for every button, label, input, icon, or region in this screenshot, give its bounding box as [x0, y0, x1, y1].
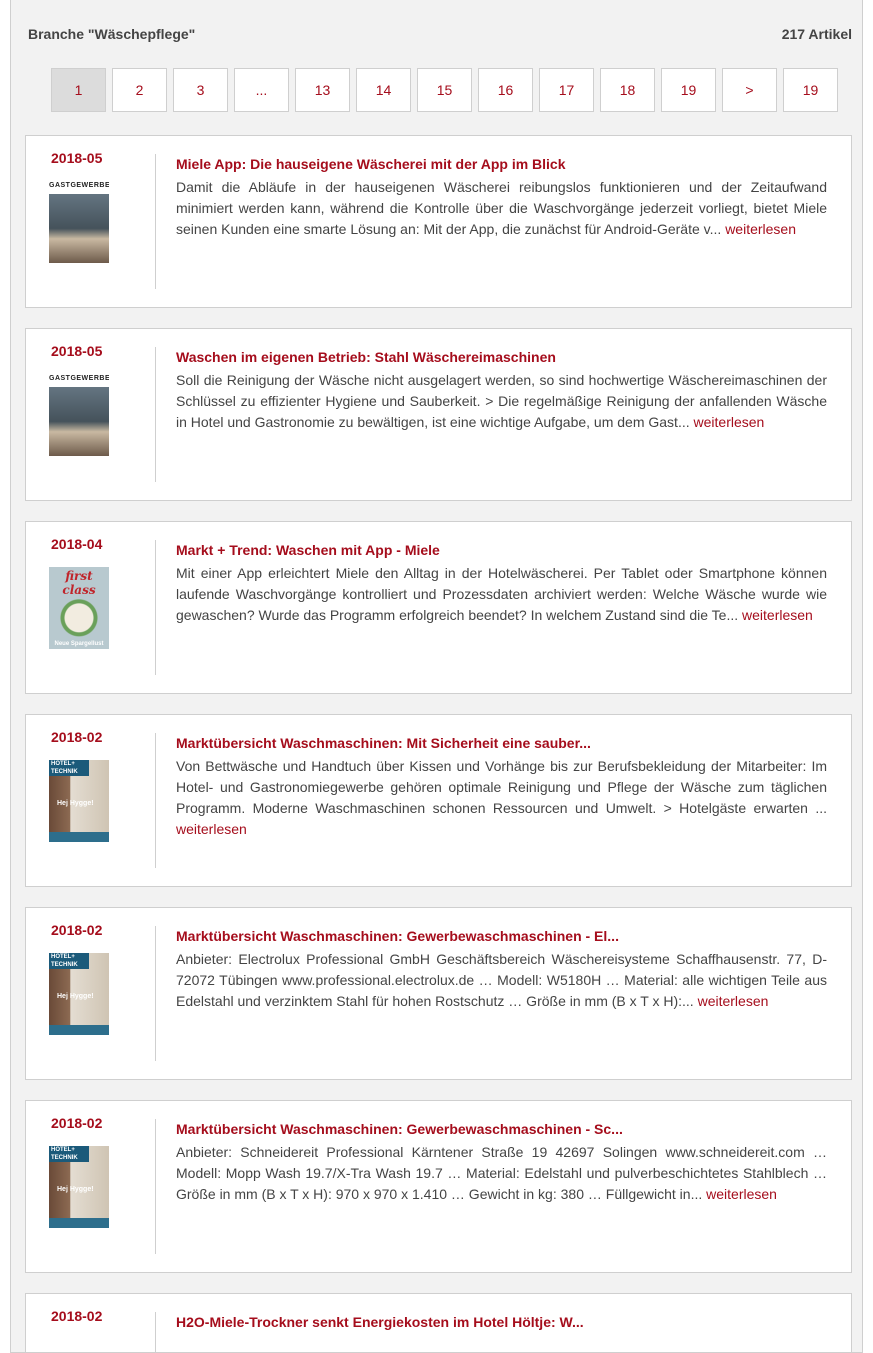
excerpt-text: Von Bettwäsche und Handtuch über Kissen … — [176, 758, 827, 816]
cover-subtitle: Hej Hygge! — [57, 800, 94, 807]
divider — [155, 926, 156, 1061]
cover-logo-line2: TECHNIK — [51, 1155, 78, 1161]
article-date: 2018-02 — [51, 922, 103, 938]
article-card: 2018-05 GASTGEWERBE Miele App: Die hause… — [25, 135, 852, 308]
cover-subtitle: Neue Spargellust — [54, 641, 104, 647]
divider — [155, 1119, 156, 1254]
article-excerpt: Von Bettwäsche und Handtuch über Kissen … — [176, 756, 827, 840]
article-card: 2018-02 HOTEL+ TECHNIK Hej Hygge! Marktüb… — [25, 907, 852, 1080]
page-1-button[interactable]: 1 — [51, 68, 106, 112]
pagination: 1 2 3 ... 13 14 15 16 17 18 19 > 19 — [51, 68, 838, 112]
article-title-link[interactable]: Miele App: Die hauseigene Wäscherei mit … — [176, 156, 827, 173]
list-header: Branche "Wäschepflege" 217 Artikel — [28, 24, 852, 44]
article-body: Waschen im eigenen Betrieb: Stahl Wäsche… — [176, 349, 827, 433]
cover-band — [49, 832, 109, 842]
cover-photo — [49, 387, 109, 456]
article-body: Markt + Trend: Waschen mit App - Miele M… — [176, 542, 827, 626]
article-excerpt: Anbieter: Electrolux Professional GmbH G… — [176, 949, 827, 1012]
article-body: Miele App: Die hauseigene Wäscherei mit … — [176, 156, 827, 240]
excerpt-text: Mit einer App erleichtert Miele den Allt… — [176, 565, 827, 623]
cover-band — [49, 1025, 109, 1035]
cover-logo: GASTGEWERBE — [49, 374, 109, 387]
article-date: 2018-05 — [51, 343, 103, 359]
article-count: 217 Artikel — [781, 26, 852, 42]
cover-logo-line1: HOTEL+ — [51, 954, 75, 960]
article-excerpt: Anbieter: Schneidereit Professional Kärn… — [176, 1142, 827, 1205]
article-title-link[interactable]: Waschen im eigenen Betrieb: Stahl Wäsche… — [176, 349, 827, 366]
magazine-cover-image[interactable]: HOTEL+ TECHNIK Hej Hygge! — [49, 953, 109, 1035]
article-title-link[interactable]: Markt + Trend: Waschen mit App - Miele — [176, 542, 827, 559]
page-3-button[interactable]: 3 — [173, 68, 228, 112]
article-title-link[interactable]: Marktübersicht Waschmaschinen: Gewerbewa… — [176, 1121, 827, 1138]
cover-photo — [49, 194, 109, 263]
cover-subtitle: Hej Hygge! — [57, 993, 94, 1000]
article-card: 2018-05 GASTGEWERBE Waschen im eigenen B… — [25, 328, 852, 501]
article-body: Marktübersicht Waschmaschinen: Gewerbewa… — [176, 1121, 827, 1205]
cover-logo: GASTGEWERBE — [49, 181, 109, 194]
next-page-button[interactable]: > — [722, 68, 777, 112]
cover-logo: HOTEL+ TECHNIK — [49, 953, 89, 969]
magazine-cover-image[interactable]: first class Neue Spargellust — [49, 567, 109, 649]
article-body: Marktübersicht Waschmaschinen: Mit Siche… — [176, 735, 827, 840]
page-ellipsis-button[interactable]: ... — [234, 68, 289, 112]
cover-logo-line1: HOTEL+ — [51, 1147, 75, 1153]
cover-subtitle: Hej Hygge! — [57, 1186, 94, 1193]
divider — [155, 540, 156, 675]
article-card: 2018-02 H2O-Miele-Trockner senkt Energie… — [25, 1293, 852, 1352]
page-15-button[interactable]: 15 — [417, 68, 472, 112]
article-date: 2018-02 — [51, 1115, 103, 1131]
read-more-link[interactable]: weiterlesen — [176, 821, 247, 837]
article-title-link[interactable]: H2O-Miele-Trockner senkt Energiekosten i… — [176, 1314, 827, 1331]
page-17-button[interactable]: 17 — [539, 68, 594, 112]
article-card: 2018-04 first class Neue Spargellust Mar… — [25, 521, 852, 694]
read-more-link[interactable]: weiterlesen — [706, 1186, 777, 1202]
article-title-link[interactable]: Marktübersicht Waschmaschinen: Mit Siche… — [176, 735, 827, 752]
article-title-link[interactable]: Marktübersicht Waschmaschinen: Gewerbewa… — [176, 928, 827, 945]
page-14-button[interactable]: 14 — [356, 68, 411, 112]
magazine-cover-image[interactable]: HOTEL+ TECHNIK Hej Hygge! — [49, 760, 109, 842]
article-excerpt: Mit einer App erleichtert Miele den Allt… — [176, 563, 827, 626]
cover-logo: HOTEL+ TECHNIK — [49, 760, 89, 776]
article-card: 2018-02 HOTEL+ TECHNIK Hej Hygge! Marktüb… — [25, 1100, 852, 1273]
article-date: 2018-04 — [51, 536, 103, 552]
divider — [155, 1312, 156, 1352]
cover-logo-line2: TECHNIK — [51, 769, 78, 775]
page-2-button[interactable]: 2 — [112, 68, 167, 112]
magazine-cover-image[interactable]: GASTGEWERBE — [49, 181, 109, 263]
cover-logo: first class — [62, 569, 96, 597]
content-panel: Branche "Wäschepflege" 217 Artikel 1 2 3… — [10, 0, 863, 1353]
magazine-cover-image[interactable]: GASTGEWERBE — [49, 374, 109, 456]
cover-logo-line1: HOTEL+ — [51, 761, 75, 767]
article-body: Marktübersicht Waschmaschinen: Gewerbewa… — [176, 928, 827, 1012]
article-excerpt: Damit die Abläufe in der hauseigenen Wäs… — [176, 177, 827, 240]
page-18-button[interactable]: 18 — [600, 68, 655, 112]
page-13-button[interactable]: 13 — [295, 68, 350, 112]
divider — [155, 733, 156, 868]
page-16-button[interactable]: 16 — [478, 68, 533, 112]
cover-logo: HOTEL+ TECHNIK — [49, 1146, 89, 1162]
article-excerpt: Soll die Reinigung der Wäsche nicht ausg… — [176, 370, 827, 433]
article-card: 2018-02 HOTEL+ TECHNIK Hej Hygge! Marktüb… — [25, 714, 852, 887]
page-19-button[interactable]: 19 — [661, 68, 716, 112]
article-date: 2018-05 — [51, 150, 103, 166]
read-more-link[interactable]: weiterlesen — [694, 414, 765, 430]
article-date: 2018-02 — [51, 1308, 103, 1324]
article-date: 2018-02 — [51, 729, 103, 745]
read-more-link[interactable]: weiterlesen — [725, 221, 796, 237]
cover-logo-line2: TECHNIK — [51, 962, 78, 968]
read-more-link[interactable]: weiterlesen — [698, 993, 769, 1009]
last-page-button[interactable]: 19 — [783, 68, 838, 112]
cover-band — [49, 1218, 109, 1228]
read-more-link[interactable]: weiterlesen — [742, 607, 813, 623]
branch-title: Branche "Wäschepflege" — [28, 26, 196, 42]
divider — [155, 154, 156, 289]
divider — [155, 347, 156, 482]
magazine-cover-image[interactable]: HOTEL+ TECHNIK Hej Hygge! — [49, 1146, 109, 1228]
article-body: H2O-Miele-Trockner senkt Energiekosten i… — [176, 1314, 827, 1335]
